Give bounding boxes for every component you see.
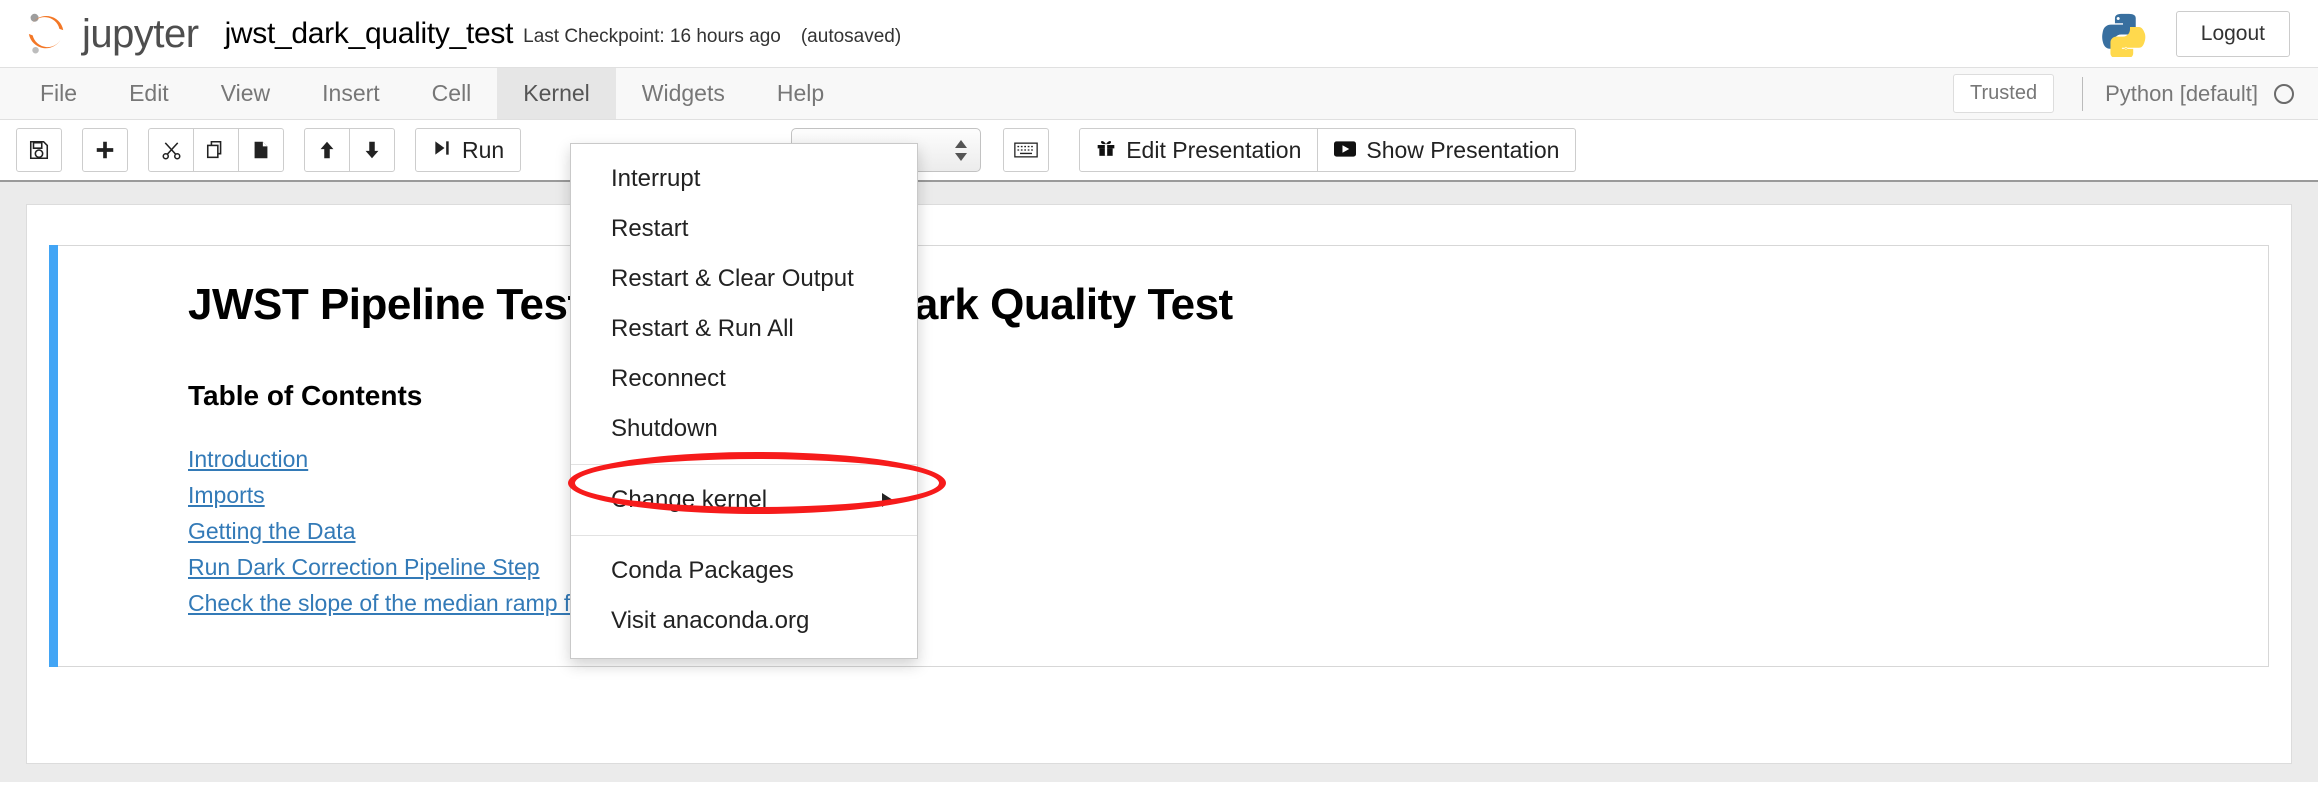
- toolbar-group-save: [16, 128, 62, 172]
- kernel-menu-interrupt[interactable]: Interrupt: [571, 154, 917, 204]
- autosaved-label: (autosaved): [800, 26, 902, 47]
- cut-scissors-icon: [160, 139, 183, 162]
- paste-button[interactable]: [238, 128, 284, 172]
- markdown-cell[interactable]: JWST Pipeline Testing Notebook: Dark Qua…: [49, 245, 2269, 667]
- paste-icon: [250, 139, 272, 161]
- toolbar-group-clipboard: [148, 128, 284, 172]
- jupyter-wordmark: jupyter: [82, 11, 199, 56]
- menu-widgets[interactable]: Widgets: [616, 68, 751, 119]
- last-checkpoint-label: Last Checkpoint: 16 hours ago: [523, 26, 781, 47]
- page-header: jupyter jwst_dark_quality_test Last Chec…: [0, 0, 2318, 68]
- menu-view[interactable]: View: [195, 68, 296, 119]
- python-logo-icon: [2100, 11, 2146, 57]
- add-plus-icon: [94, 139, 116, 161]
- toc-link-introduction[interactable]: Introduction: [188, 446, 308, 473]
- toc-link-getting-the-data[interactable]: Getting the Data: [188, 518, 356, 545]
- selected-cell-indicator: [49, 245, 58, 667]
- copy-button[interactable]: [193, 128, 239, 172]
- menu-help[interactable]: Help: [751, 68, 850, 119]
- menu-file[interactable]: File: [14, 68, 103, 119]
- kernel-menu-restart-clear-output[interactable]: Restart & Clear Output: [571, 254, 917, 304]
- kernel-menu-shutdown[interactable]: Shutdown: [571, 404, 917, 454]
- copy-icon: [205, 139, 227, 161]
- menu-cell[interactable]: Cell: [406, 68, 498, 119]
- save-button[interactable]: [16, 128, 62, 172]
- kernel-menu-change-kernel[interactable]: Change kernel: [571, 475, 917, 525]
- keyboard-icon: [1014, 141, 1038, 159]
- kernel-menu-visit-anaconda-label: Visit anaconda.org: [611, 607, 810, 634]
- kernel-menu-visit-anaconda[interactable]: Visit anaconda.org: [571, 596, 917, 646]
- kernel-menu-restart-run-all[interactable]: Restart & Run All: [571, 304, 917, 354]
- notebook-scroll-area: JWST Pipeline Testing Notebook: Dark Qua…: [0, 182, 2318, 782]
- kernel-menu-restart-run-all-label: Restart & Run All: [611, 315, 794, 342]
- toolbar-group-move: [304, 128, 395, 172]
- jupyter-logo-icon: [26, 11, 68, 57]
- jupyter-logo[interactable]: jupyter: [26, 11, 199, 57]
- trusted-badge[interactable]: Trusted: [1953, 74, 2055, 113]
- kernel-menu-change-kernel-label: Change kernel: [611, 486, 768, 513]
- run-cell-button[interactable]: Run: [415, 128, 522, 172]
- table-of-contents: Introduction Imports Getting the Data Ru…: [188, 446, 2268, 617]
- kernel-menu-conda-packages-label: Conda Packages: [611, 557, 794, 584]
- edit-presentation-label: Edit Presentation: [1126, 136, 1302, 163]
- run-button-label: Run: [462, 136, 505, 163]
- show-presentation-button[interactable]: Show Presentation: [1317, 128, 1577, 172]
- kernel-idle-circle-icon[interactable]: [2274, 83, 2294, 104]
- notebook-page: JWST Pipeline Testing Notebook: Dark Qua…: [26, 204, 2292, 764]
- page-title: JWST Pipeline Testing Notebook: Dark Qua…: [188, 280, 1233, 329]
- show-presentation-label: Show Presentation: [1366, 136, 1560, 163]
- play-video-icon: [1334, 137, 1357, 164]
- kernel-menu-interrupt-label: Interrupt: [611, 165, 701, 192]
- chevron-right-icon: [882, 493, 893, 507]
- arrow-up-icon: [316, 139, 338, 161]
- command-palette-button[interactable]: [1003, 128, 1050, 172]
- status-divider: [2082, 76, 2084, 111]
- chevron-updown-icon: [954, 139, 968, 161]
- kernel-menu-conda-packages[interactable]: Conda Packages: [571, 546, 917, 596]
- kernel-indicator-label: Python [default]: [2105, 80, 2258, 106]
- kernel-menu-divider-1: [571, 464, 917, 465]
- kernel-menu-restart-clear-output-label: Restart & Clear Output: [611, 265, 854, 292]
- menu-edit[interactable]: Edit: [103, 68, 195, 119]
- kernel-dropdown-menu[interactable]: Interrupt Restart Restart & Clear Output…: [570, 143, 918, 659]
- header-right-group: Logout: [2100, 10, 2290, 57]
- arrow-down-icon: [361, 139, 383, 161]
- save-floppy-icon: [28, 139, 50, 161]
- jupyter-notebook-app: jupyter jwst_dark_quality_test Last Chec…: [0, 0, 2318, 810]
- toc-link-run-dark-correction[interactable]: Run Dark Correction Pipeline Step: [188, 554, 540, 581]
- toolbar-group-insert: [82, 128, 128, 172]
- cut-button[interactable]: [148, 128, 194, 172]
- logout-button[interactable]: Logout: [2175, 10, 2290, 57]
- kernel-menu-reconnect[interactable]: Reconnect: [571, 354, 917, 404]
- kernel-menu-reconnect-label: Reconnect: [611, 365, 726, 392]
- move-cell-down-button[interactable]: [349, 128, 395, 172]
- cell-content[interactable]: JWST Pipeline Testing Notebook: Dark Qua…: [58, 245, 2269, 667]
- toolbar: Run Edit Presentation Show Presentation: [0, 120, 2318, 182]
- toc-link-imports[interactable]: Imports: [188, 482, 265, 509]
- menu-kernel[interactable]: Kernel: [497, 68, 616, 119]
- kernel-menu-restart[interactable]: Restart: [571, 204, 917, 254]
- notebook-name[interactable]: jwst_dark_quality_test: [225, 17, 514, 51]
- kernel-menu-divider-2: [571, 535, 917, 536]
- insert-cell-below-button[interactable]: [82, 128, 128, 172]
- kernel-menu-shutdown-label: Shutdown: [611, 415, 718, 442]
- run-step-forward-icon: [432, 137, 452, 164]
- toc-heading: Table of Contents: [188, 380, 423, 411]
- edit-presentation-button[interactable]: Edit Presentation: [1079, 128, 1319, 172]
- menubar-status-group: Trusted Python [default]: [1953, 68, 2318, 119]
- menu-insert[interactable]: Insert: [296, 68, 406, 119]
- move-cell-up-button[interactable]: [304, 128, 350, 172]
- toolbar-group-keyboard: [1003, 128, 1050, 172]
- gift-icon: [1096, 137, 1116, 164]
- kernel-menu-restart-label: Restart: [611, 215, 689, 242]
- menubar: File Edit View Insert Cell Kernel Widget…: [0, 68, 2318, 120]
